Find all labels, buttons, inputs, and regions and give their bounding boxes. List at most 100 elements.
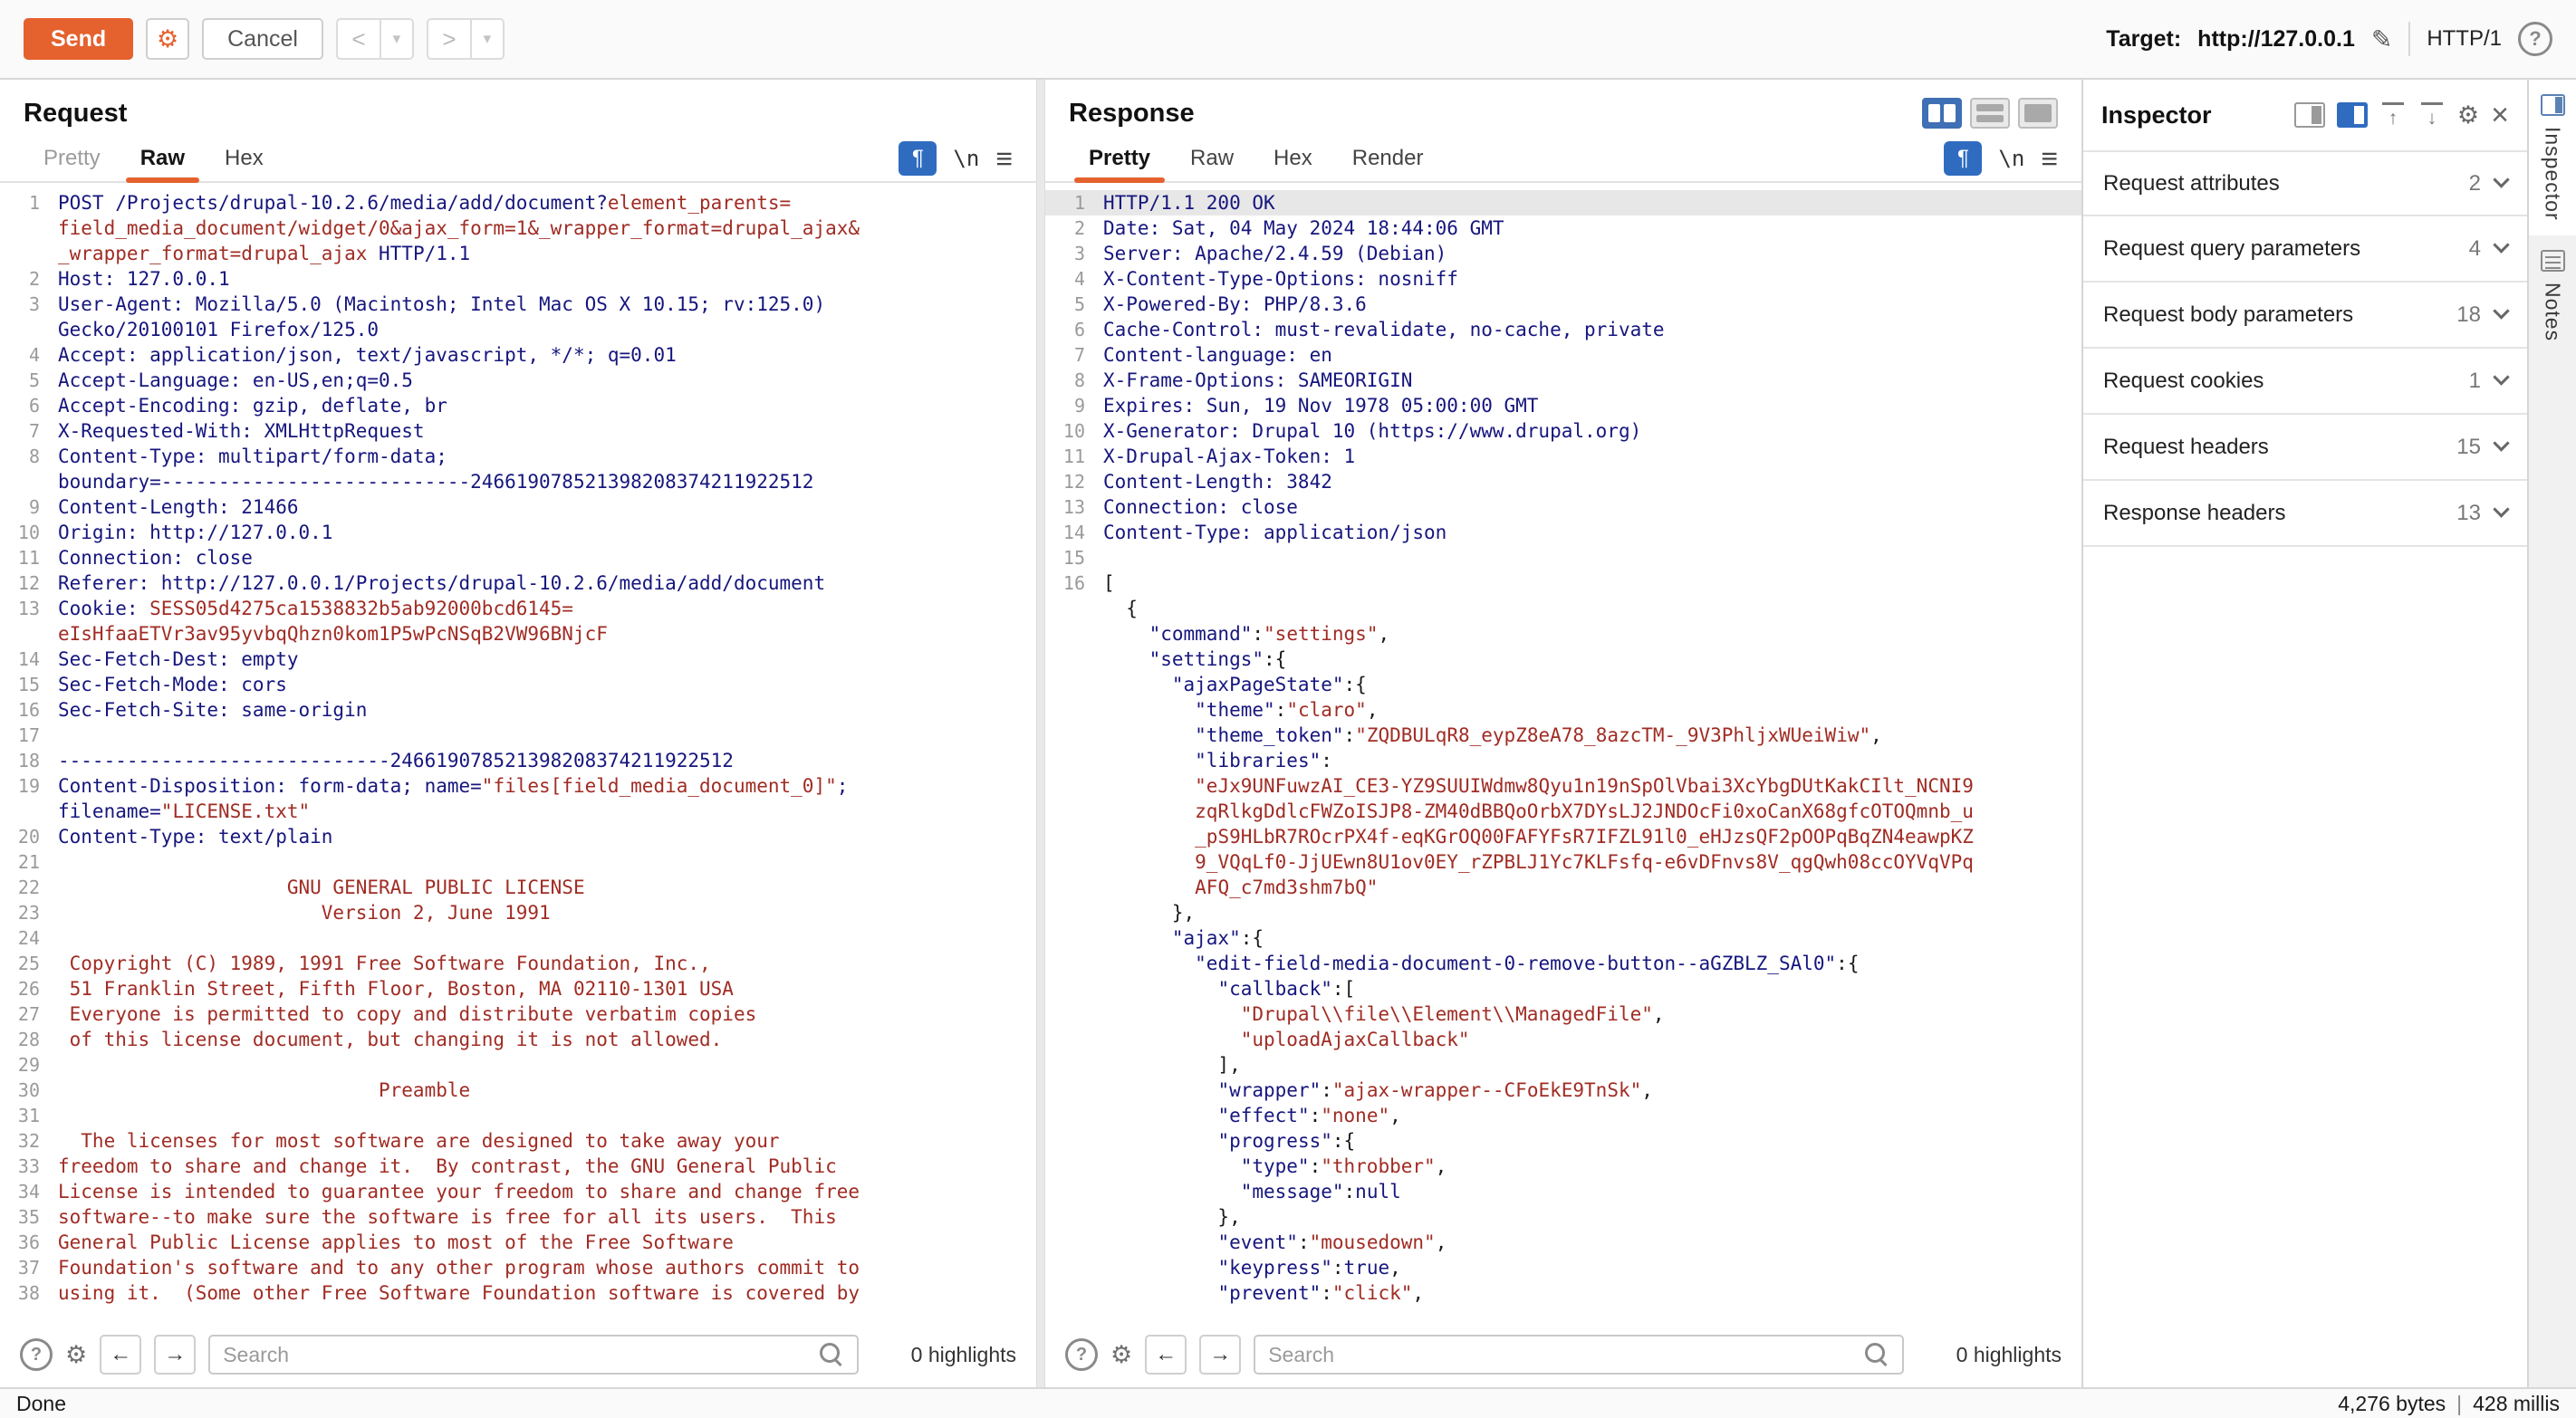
collapse-all-icon[interactable]: ↑ [2379, 101, 2407, 129]
code-line[interactable]: "wrapper":"ajax-wrapper--CFoEkE9TnSk", [1045, 1078, 2081, 1103]
code-line[interactable]: 1HTTP/1.1 200 OK [1045, 190, 2081, 216]
back-dropdown-arrow-icon[interactable]: ▾ [381, 20, 412, 58]
code-line[interactable]: "uploadAjaxCallback" [1045, 1027, 2081, 1052]
code-line[interactable]: "theme_token":"ZQDBULqR8_eypZ8eA78_8azcT… [1045, 723, 2081, 748]
code-line[interactable]: 30 Preamble [0, 1078, 1036, 1103]
newline-toggle-button[interactable]: \n [953, 146, 979, 171]
tab-response-raw[interactable]: Raw [1170, 136, 1254, 181]
code-line[interactable]: 10X-Generator: Drupal 10 (https://www.dr… [1045, 418, 2081, 444]
code-line[interactable]: { [1045, 596, 2081, 621]
layout-single-button[interactable] [2018, 98, 2058, 129]
code-line[interactable]: 7X-Requested-With: XMLHttpRequest [0, 418, 1036, 444]
code-line[interactable]: boundary=---------------------------2466… [0, 469, 1036, 494]
code-line[interactable]: _wrapper_format=drupal_ajax HTTP/1.1 [0, 241, 1036, 266]
code-line[interactable]: 13Connection: close [1045, 494, 2081, 520]
code-line[interactable]: 28 of this license document, but changin… [0, 1027, 1036, 1052]
next-match-button[interactable]: → [154, 1335, 196, 1375]
inspector-dock-active-icon[interactable] [2337, 102, 2368, 128]
code-line[interactable]: "type":"throbber", [1045, 1154, 2081, 1179]
response-search-box[interactable] [1254, 1335, 1904, 1375]
code-line[interactable]: 38using it. (Some other Free Software Fo… [0, 1280, 1036, 1306]
code-line[interactable]: 33freedom to share and change it. By con… [0, 1154, 1036, 1179]
code-line[interactable]: 24 [0, 925, 1036, 951]
code-line[interactable]: 25 Copyright (C) 1989, 1991 Free Softwar… [0, 951, 1036, 976]
tab-response-hex[interactable]: Hex [1254, 136, 1332, 181]
inspector-section-request-headers[interactable]: Request headers 15 [2083, 415, 2527, 481]
code-line[interactable]: 18-----------------------------246619078… [0, 748, 1036, 773]
code-line[interactable]: 23 Version 2, June 1991 [0, 900, 1036, 925]
code-line[interactable]: 32 The licenses for most software are de… [0, 1128, 1036, 1154]
code-line[interactable]: 12Content-Length: 3842 [1045, 469, 2081, 494]
code-line[interactable]: 31 [0, 1103, 1036, 1128]
code-line[interactable]: 16Sec-Fetch-Site: same-origin [0, 697, 1036, 723]
request-search-input[interactable] [223, 1343, 819, 1367]
code-line[interactable]: 35software--to make sure the software is… [0, 1204, 1036, 1230]
request-editor[interactable]: 1POST /Projects/drupal-10.2.6/media/add/… [0, 183, 1036, 1329]
code-line[interactable]: "keypress":true, [1045, 1255, 2081, 1280]
code-line[interactable]: 3User-Agent: Mozilla/5.0 (Macintosh; Int… [0, 292, 1036, 317]
search-help-icon[interactable]: ? [1065, 1338, 1098, 1371]
code-line[interactable]: 17 [0, 723, 1036, 748]
code-line[interactable]: "command":"settings", [1045, 621, 2081, 647]
cancel-button[interactable]: Cancel [202, 18, 323, 60]
inspector-section-request-cookies[interactable]: Request cookies 1 [2083, 349, 2527, 415]
code-line[interactable]: "settings":{ [1045, 647, 2081, 672]
send-settings-button[interactable]: ⚙ [146, 18, 189, 60]
code-line[interactable]: filename="LICENSE.txt" [0, 799, 1036, 824]
prev-match-button[interactable]: ← [100, 1335, 141, 1375]
code-line[interactable]: 12Referer: http://127.0.0.1/Projects/dru… [0, 570, 1036, 596]
code-line[interactable]: 4X-Content-Type-Options: nosniff [1045, 266, 2081, 292]
edit-target-icon[interactable]: ✎ [2371, 24, 2392, 54]
code-line[interactable]: "ajaxPageState":{ [1045, 672, 2081, 697]
code-line[interactable]: 3Server: Apache/2.4.59 (Debian) [1045, 241, 2081, 266]
code-line[interactable]: 37Foundation's software and to any other… [0, 1255, 1036, 1280]
forward-dropdown-arrow-icon[interactable]: ▾ [472, 20, 503, 58]
inspector-section-request-query-parameters[interactable]: Request query parameters 4 [2083, 216, 2527, 283]
code-line[interactable]: 11Connection: close [0, 545, 1036, 570]
tab-request-hex[interactable]: Hex [205, 136, 284, 181]
inspector-settings-icon[interactable]: ⚙ [2457, 101, 2479, 129]
inspector-close-icon[interactable]: × [2491, 100, 2509, 130]
code-line[interactable]: }, [1045, 1204, 2081, 1230]
code-line[interactable]: 14Sec-Fetch-Dest: empty [0, 647, 1036, 672]
code-line[interactable]: "event":"mousedown", [1045, 1230, 2081, 1255]
code-line[interactable]: "message":null [1045, 1179, 2081, 1204]
response-editor[interactable]: 1HTTP/1.1 200 OK2Date: Sat, 04 May 2024 … [1045, 183, 2081, 1329]
send-button[interactable]: Send [24, 18, 133, 60]
request-search-box[interactable] [208, 1335, 859, 1375]
code-line[interactable]: "prevent":"click", [1045, 1280, 2081, 1306]
code-line[interactable]: "edit-field-media-document-0-remove-butt… [1045, 951, 2081, 976]
code-line[interactable]: _pS9HLbR7ROcrPX4f-eqKGrOQ00FAFYFsR7IFZL9… [1045, 824, 2081, 849]
code-line[interactable]: zqRlkgDdlcFWZoISJP8-ZM40dBBQoOrbX7DYsLJ2… [1045, 799, 2081, 824]
code-line[interactable]: "effect":"none", [1045, 1103, 2081, 1128]
code-line[interactable]: 4Accept: application/json, text/javascri… [0, 342, 1036, 368]
inspector-section-response-headers[interactable]: Response headers 13 [2083, 481, 2527, 547]
inspector-section-request-body-parameters[interactable]: Request body parameters 18 [2083, 283, 2527, 349]
next-match-button[interactable]: → [1199, 1335, 1241, 1375]
panel-divider[interactable] [1036, 80, 1045, 1387]
code-line[interactable]: 29 [0, 1052, 1036, 1078]
help-icon[interactable]: ? [2518, 22, 2552, 56]
code-line[interactable]: 9Content-Length: 21466 [0, 494, 1036, 520]
history-forward-button[interactable]: > ▾ [427, 18, 505, 60]
code-line[interactable]: 19Content-Disposition: form-data; name="… [0, 773, 1036, 799]
response-search-input[interactable] [1268, 1343, 1864, 1367]
code-line[interactable]: 10Origin: http://127.0.0.1 [0, 520, 1036, 545]
tab-response-render[interactable]: Render [1332, 136, 1444, 181]
code-line[interactable]: 11X-Drupal-Ajax-Token: 1 [1045, 444, 2081, 469]
code-line[interactable]: 5X-Powered-By: PHP/8.3.6 [1045, 292, 2081, 317]
inspector-section-request-attributes[interactable]: Request attributes 2 [2083, 150, 2527, 216]
search-help-icon[interactable]: ? [20, 1338, 53, 1371]
code-line[interactable]: 8X-Frame-Options: SAMEORIGIN [1045, 368, 2081, 393]
code-line[interactable]: "theme":"claro", [1045, 697, 2081, 723]
dock-tab-notes[interactable]: Notes [2529, 235, 2576, 356]
code-line[interactable]: eIsHfaaETVr3av95yvbqQhzn0kom1P5wPcNSqB2V… [0, 621, 1036, 647]
code-line[interactable]: 13Cookie: SESS05d4275ca1538832b5ab92000b… [0, 596, 1036, 621]
code-line[interactable]: 34License is intended to guarantee your … [0, 1179, 1036, 1204]
code-line[interactable]: 1POST /Projects/drupal-10.2.6/media/add/… [0, 190, 1036, 216]
code-line[interactable]: 26 51 Franklin Street, Fifth Floor, Bost… [0, 976, 1036, 1001]
code-line[interactable]: "callback":[ [1045, 976, 2081, 1001]
http-version-label[interactable]: HTTP/1 [2427, 26, 2502, 52]
tab-request-pretty[interactable]: Pretty [24, 136, 120, 181]
dock-tab-inspector[interactable]: Inspector [2529, 80, 2576, 235]
